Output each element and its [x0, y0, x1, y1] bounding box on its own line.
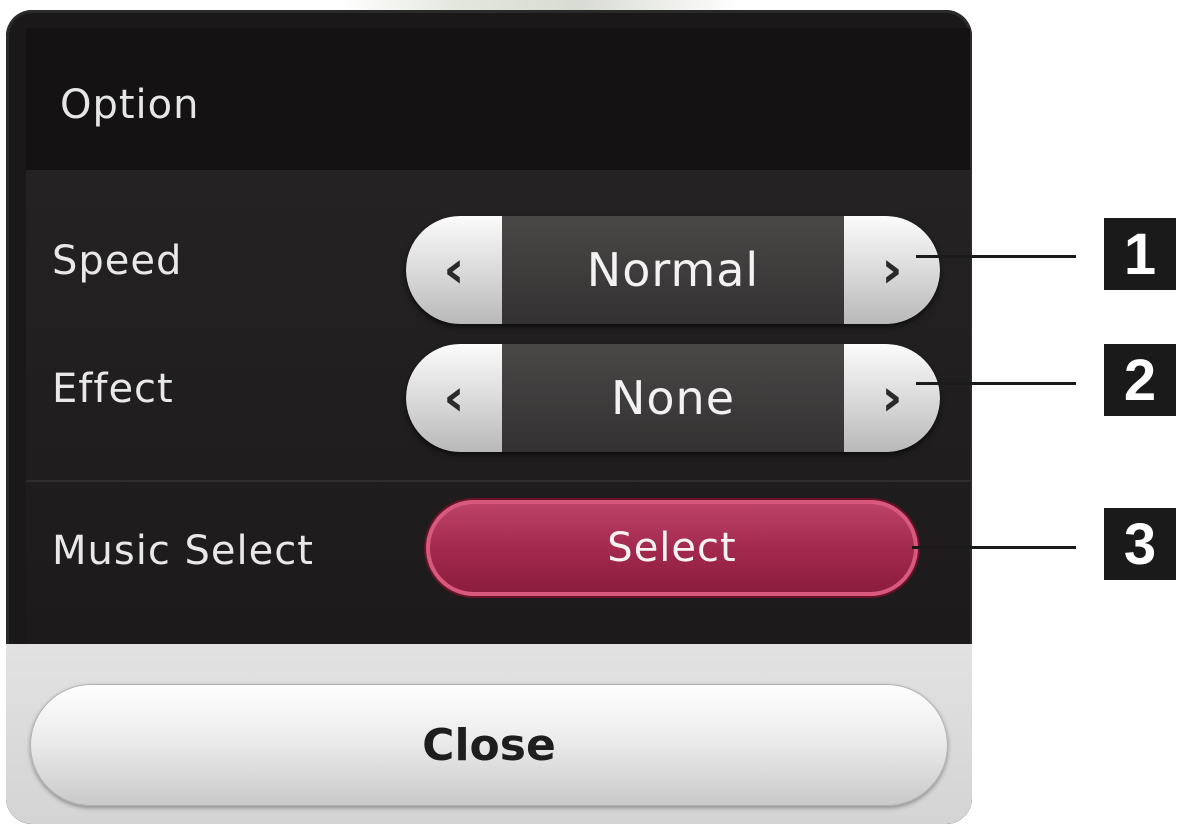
speed-label: Speed	[52, 238, 183, 284]
row-divider	[26, 480, 970, 482]
chevron-right-icon: ›	[881, 240, 903, 300]
callout-line-3	[912, 546, 1076, 549]
chevron-right-icon: ›	[881, 368, 903, 428]
dialog-footer: Close	[6, 644, 972, 824]
effect-left-button[interactable]: ‹	[406, 344, 502, 452]
callout-badge-1: 1	[1104, 218, 1176, 290]
speed-left-button[interactable]: ‹	[406, 216, 502, 324]
music-select-button[interactable]: Select	[426, 500, 918, 596]
chevron-left-icon: ‹	[443, 240, 465, 300]
dialog-title: Option	[60, 82, 200, 128]
speed-spinner: ‹ Normal ›	[406, 216, 940, 324]
effect-label: Effect	[52, 366, 174, 412]
chevron-left-icon: ‹	[443, 368, 465, 428]
callout-line-1	[916, 255, 1076, 258]
effect-right-button[interactable]: ›	[844, 344, 940, 452]
dialog-content: Option Speed ‹ Normal › Effect ‹ None › …	[26, 28, 970, 644]
callout-line-2	[916, 382, 1076, 385]
option-dialog: Option Speed ‹ Normal › Effect ‹ None › …	[6, 10, 972, 824]
speed-value: Normal	[502, 216, 844, 324]
callout-badge-2: 2	[1104, 344, 1176, 416]
effect-spinner: ‹ None ›	[406, 344, 940, 452]
music-select-label: Music Select	[52, 528, 314, 574]
title-bar: Option	[26, 28, 970, 170]
effect-value: None	[502, 344, 844, 452]
callout-badge-3: 3	[1104, 508, 1176, 580]
speed-right-button[interactable]: ›	[844, 216, 940, 324]
close-button[interactable]: Close	[30, 684, 948, 806]
